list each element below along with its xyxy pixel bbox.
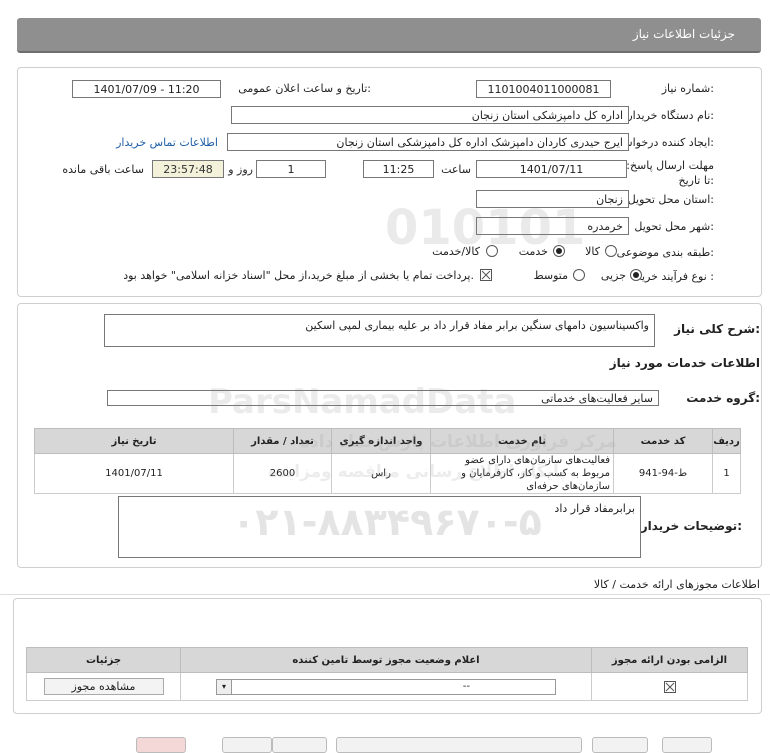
footer-button-more[interactable] (662, 737, 712, 753)
permits-table: الزامی بودن ارائه مجوز اعلام وضعیت مجوز … (26, 647, 748, 701)
services-table: ردیف کد خدمت نام خدمت واحد اندازه گیری ت… (34, 428, 741, 494)
deadline-label: مهلت ارسال پاسخ: تا تاریخ: (626, 159, 714, 187)
treasury-payment-checkbox[interactable] (480, 269, 492, 281)
col-qty: تعداد / مقدار (233, 428, 332, 454)
process-radio-medium[interactable] (573, 269, 585, 281)
checkbox-cross-icon (481, 270, 491, 280)
col-row: ردیف (712, 428, 741, 454)
remaining-label: ساعت باقی مانده (62, 163, 144, 176)
process-medium-label: متوسط (533, 269, 568, 282)
services-table-header: ردیف کد خدمت نام خدمت واحد اندازه گیری ت… (34, 428, 741, 454)
buyer-notes-field: برابرمفاد قرار داد (118, 496, 641, 558)
buyer-notes-label: توضیحات خریدار: (640, 519, 742, 533)
service-date: 1401/07/11 (34, 453, 234, 494)
permits-title: اطلاعات مجوزهای ارائه خدمت / کالا (593, 578, 760, 591)
service-code: ط-94-941 (613, 453, 713, 494)
process-radio-minor[interactable] (630, 269, 642, 281)
footer-button-print[interactable] (222, 737, 272, 753)
col-permit-status: اعلام وضعیت مجوز توسط تامین کننده (180, 647, 592, 673)
buyer-org-label: نام دستگاه خریدار: (627, 109, 714, 122)
requester-field: ایرج حیدری کاردان دامپزشک اداره کل دامپز… (227, 133, 629, 151)
deadline-time-label: ساعت (441, 163, 471, 176)
buyer-org-field: اداره کل دامپزشکی استان زنجان (231, 106, 629, 124)
province-label: استان محل تحویل: (627, 193, 714, 206)
permit-status-select[interactable]: -- ▾ (216, 678, 556, 695)
services-title: اطلاعات خدمات مورد نیاز (609, 356, 760, 370)
city-field: خرمدره (476, 217, 629, 235)
permit-required-cell (591, 672, 748, 701)
col-name: نام خدمت (430, 428, 614, 454)
category-radio-goods-service[interactable] (486, 245, 498, 257)
category-label: طبقه بندی موضوعی: (616, 246, 714, 259)
col-unit: واحد اندازه گیری (331, 428, 431, 454)
summary-field: واکسیناسیون دامهای سنگین برابر مفاد قرار… (104, 314, 655, 347)
category-goods-label: کالا (585, 245, 600, 258)
table-row: 1 ط-94-941 فعالیت‌های سازمان‌های دارای ع… (34, 453, 741, 494)
dropdown-arrow-icon: ▾ (217, 679, 232, 694)
permits-divider (0, 594, 770, 595)
city-label: شهر محل تحویل: (634, 220, 714, 233)
summary-label: شرح کلی نیاز: (674, 322, 760, 336)
need-number-label: شماره نیاز: (661, 82, 714, 95)
service-group-label: گروه خدمت: (686, 391, 760, 405)
page-title: جزئیات اطلاعات نیاز (632, 27, 735, 41)
footer-button-close[interactable] (136, 737, 186, 753)
deadline-time-field: 11:25 (363, 160, 434, 178)
permit-details-cell: مشاهده مجوز (26, 672, 181, 701)
day-count-field: 1 (256, 160, 326, 178)
permits-table-header: الزامی بودن ارائه مجوز اعلام وضعیت مجوز … (26, 647, 748, 673)
table-row: -- ▾ مشاهده مجوز (26, 672, 748, 701)
permit-status-cell: -- ▾ (180, 672, 592, 701)
service-qty: 2600 (233, 453, 332, 494)
process-label: نوع فرآیند خرید : (636, 270, 714, 283)
category-radio-service[interactable] (553, 245, 565, 257)
buyer-contact-link[interactable]: اطلاعات تماس خریدار (116, 136, 218, 149)
category-service-label: خدمت (518, 245, 548, 258)
footer-button-back[interactable] (272, 737, 327, 753)
col-permit-details: جزئیات (26, 647, 181, 673)
process-minor-label: جزیی (600, 269, 626, 282)
service-group-field: سایر فعالیت‌های خدماتی (107, 390, 659, 406)
deadline-date-field: 1401/07/11 (476, 160, 627, 178)
remaining-time-field: 23:57:48 (152, 160, 224, 178)
announce-label: تاریخ و ساعت اعلان عمومی: (238, 82, 371, 95)
service-unit: راس (331, 453, 431, 494)
need-number-field: 1101004011000081 (476, 80, 611, 98)
day-label: روز و (228, 163, 253, 176)
permit-status-value: -- (462, 680, 470, 692)
province-field: زنجان (476, 190, 629, 208)
permit-required-checkbox (663, 680, 676, 693)
col-date: تاریخ نیاز (34, 428, 234, 454)
checkbox-cross-icon (665, 682, 674, 691)
footer-button-answer[interactable] (592, 737, 648, 753)
row-number: 1 (712, 453, 741, 494)
treasury-payment-note: پرداخت تمام یا بخشی از مبلغ خرید،از محل … (123, 269, 474, 282)
page-header: جزئیات اطلاعات نیاز (17, 18, 761, 53)
category-goods-service-label: کالا/خدمت (432, 245, 480, 258)
announce-field: 1401/07/09 - 11:20 (72, 80, 221, 98)
col-code: کد خدمت (613, 428, 713, 454)
footer-button-offers[interactable] (336, 737, 582, 753)
service-name: فعالیت‌های سازمان‌های دارای عضو مربوط به… (430, 453, 614, 494)
category-radio-goods[interactable] (605, 245, 617, 257)
view-permit-button[interactable]: مشاهده مجوز (43, 678, 164, 695)
col-permit-required: الزامی بودن ارائه مجوز (591, 647, 748, 673)
